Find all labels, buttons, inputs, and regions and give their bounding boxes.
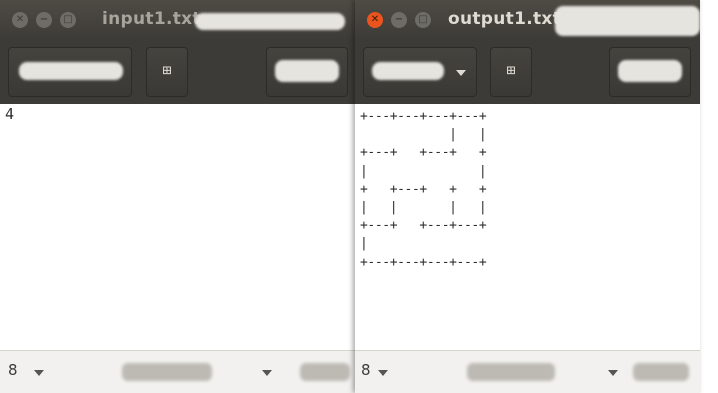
open-button[interactable] [8, 47, 132, 97]
header-bar: ⊞ [0, 40, 355, 104]
redacted-language-selector[interactable] [467, 363, 555, 381]
redacted-title-path [555, 6, 700, 36]
tab-width-selector[interactable]: 8 [361, 361, 371, 379]
chevron-down-icon [456, 70, 466, 76]
new-document-button[interactable]: ⊞ [146, 47, 188, 97]
tab-width-selector[interactable]: 8 [8, 361, 18, 379]
tab-width-value: 8 [8, 361, 18, 379]
maximize-icon[interactable]: □ [60, 12, 76, 28]
window-title: input1.txt [102, 9, 201, 29]
chevron-down-icon [378, 370, 388, 376]
title-bar: ✕ − □ input1.txt [0, 0, 355, 40]
redacted-title-path [195, 13, 345, 30]
document-text[interactable]: +---+---+---+---+ | | +---+ +---+ + | | … [360, 108, 487, 272]
window-title: output1.txt [448, 9, 562, 29]
redacted-button-label [372, 62, 444, 80]
chevron-down-icon [608, 370, 618, 376]
text-area[interactable]: +---+---+---+---+ | | +---+ +---+ + | | … [355, 104, 700, 351]
header-bar: ⊞ [355, 40, 700, 104]
status-bar: 8 [0, 350, 355, 393]
minimize-icon[interactable]: − [391, 12, 407, 28]
close-icon[interactable]: ✕ [12, 12, 28, 28]
redacted-button-label [19, 62, 123, 80]
new-document-button[interactable]: ⊞ [490, 47, 532, 97]
status-bar: 8 [355, 350, 700, 393]
redacted-language-selector[interactable] [122, 363, 212, 381]
document-text[interactable]: 4 [5, 106, 14, 123]
new-document-icon: ⊞ [506, 61, 516, 79]
close-icon[interactable]: ✕ [367, 12, 383, 28]
text-area[interactable]: 4 [0, 104, 355, 351]
chevron-down-icon [34, 370, 44, 376]
maximize-icon[interactable]: □ [415, 12, 431, 28]
redacted-button-label [275, 60, 339, 82]
minimize-icon[interactable]: − [36, 12, 52, 28]
open-button[interactable] [363, 47, 477, 97]
new-document-icon: ⊞ [162, 61, 172, 79]
redacted-cursor-position [633, 363, 689, 381]
input-editor-window: ✕ − □ input1.txt ⊞ 4 8 [0, 0, 355, 393]
title-bar: ✕ − □ output1.txt [355, 0, 700, 40]
redacted-button-label [618, 60, 682, 82]
redacted-cursor-position [300, 363, 350, 381]
tab-width-value: 8 [361, 361, 371, 379]
output-editor-window: ✕ − □ output1.txt ⊞ +---+---+---+---+ | … [355, 0, 700, 393]
save-button[interactable] [266, 47, 348, 97]
chevron-down-icon [262, 370, 272, 376]
save-button[interactable] [609, 47, 691, 97]
